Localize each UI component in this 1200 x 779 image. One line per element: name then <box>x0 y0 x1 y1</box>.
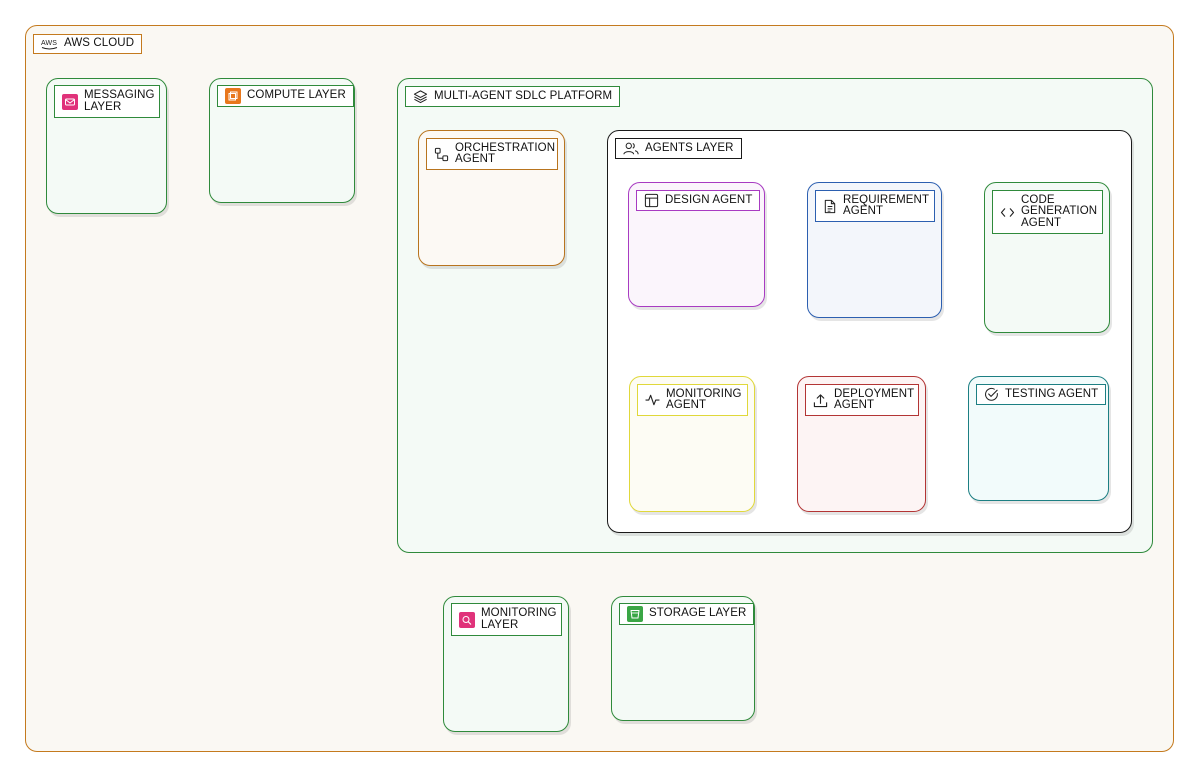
platform-label: MULTI-AGENT SDLC PLATFORM <box>405 86 621 107</box>
messaging-layer-title: MESSAGING LAYER <box>84 89 155 113</box>
aws-logo-icon: aws <box>41 38 58 50</box>
workflow-icon <box>434 147 449 162</box>
requirement-agent-title: REQUIREMENT AGENT <box>843 193 930 217</box>
check-circle-icon <box>984 387 999 402</box>
messaging-service-icon <box>62 93 78 110</box>
deployment-agent-title: DEPLOYMENT AGENT <box>834 387 915 411</box>
storage-layer-title: STORAGE LAYER <box>649 607 747 620</box>
orchestration-agent-title: ORCHESTRATION AGENT <box>455 141 556 165</box>
orchestration-agent-label: ORCHESTRATION AGENT <box>426 138 558 170</box>
platform-title: MULTI-AGENT SDLC PLATFORM <box>434 89 613 102</box>
monitoring-agent-label: MONITORING AGENT <box>637 384 748 416</box>
testing-agent-label: TESTING AGENT <box>976 384 1107 405</box>
monitoring-layer-title: MONITORING LAYER <box>481 607 557 631</box>
compute-layer-title: COMPUTE LAYER <box>247 89 346 102</box>
users-icon <box>623 141 639 156</box>
agents-layer-title: AGENTS LAYER <box>645 141 734 154</box>
monitoring-service-icon <box>459 611 475 628</box>
code-icon <box>1000 206 1015 219</box>
design-agent-label: DESIGN AGENT <box>636 190 761 211</box>
layers-icon <box>413 89 428 104</box>
design-agent-title: DESIGN AGENT <box>665 193 753 206</box>
testing-agent-title: TESTING AGENT <box>1005 387 1099 400</box>
monitoring-layer-label: MONITORING LAYER <box>451 603 562 636</box>
svg-text:aws: aws <box>41 40 57 47</box>
code-generation-agent-title: CODE GENERATION AGENT <box>1021 193 1098 229</box>
aws-cloud-title: AWS CLOUD <box>64 37 135 50</box>
monitoring-agent-title: MONITORING AGENT <box>666 387 742 411</box>
document-icon <box>823 199 837 214</box>
storage-layer-label: STORAGE LAYER <box>619 603 755 625</box>
deployment-agent-label: DEPLOYMENT AGENT <box>805 384 919 416</box>
compute-layer-label: COMPUTE LAYER <box>217 85 354 107</box>
messaging-layer-label: MESSAGING LAYER <box>54 85 160 118</box>
code-generation-agent-label: CODE GENERATION AGENT <box>992 190 1103 234</box>
requirement-agent-label: REQUIREMENT AGENT <box>815 190 935 222</box>
activity-icon <box>645 393 660 407</box>
upload-icon <box>813 393 828 408</box>
storage-service-icon <box>627 606 643 622</box>
compute-service-icon <box>225 88 241 104</box>
layout-icon <box>644 193 659 208</box>
agents-layer-label: AGENTS LAYER <box>615 138 742 159</box>
aws-cloud-label: aws AWS CLOUD <box>33 34 143 54</box>
